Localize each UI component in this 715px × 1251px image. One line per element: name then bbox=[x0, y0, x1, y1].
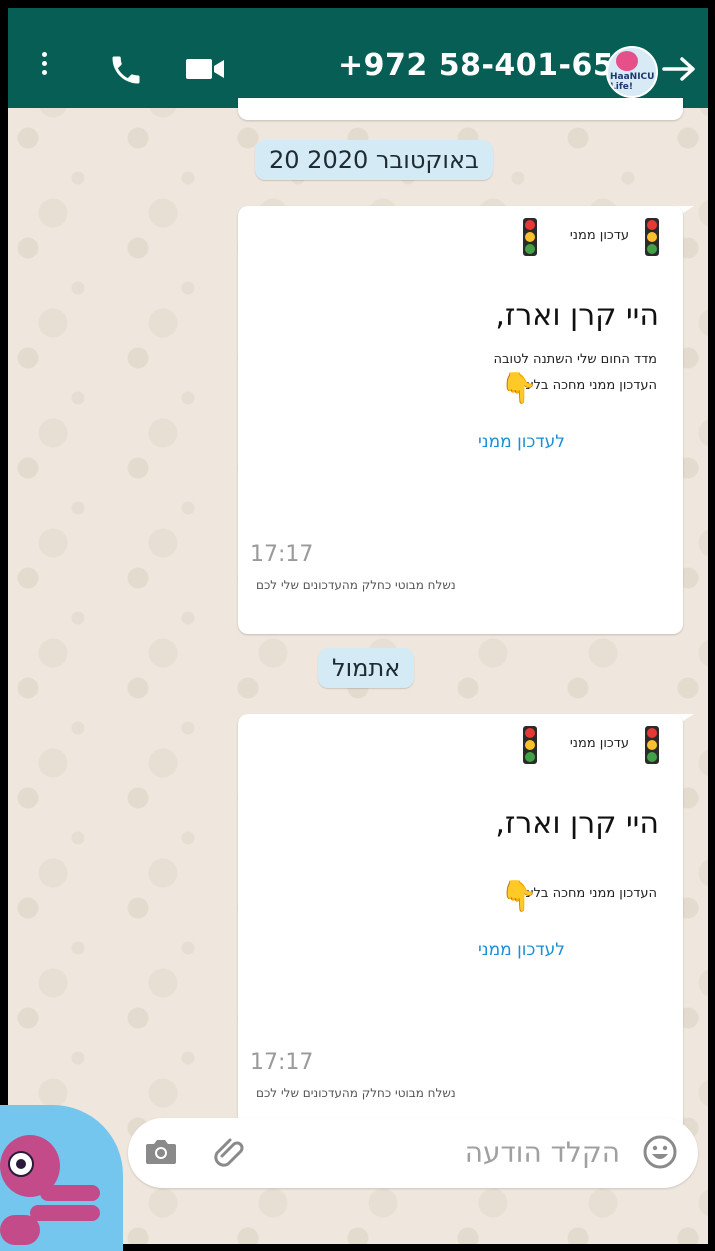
traffic-light-icon bbox=[645, 218, 659, 256]
attach-icon[interactable] bbox=[212, 1134, 248, 1170]
octopus-mascot bbox=[0, 1105, 123, 1251]
notice-label: עדכון ממני bbox=[569, 228, 629, 243]
greeting-text: היי קרן וארז, bbox=[495, 298, 659, 333]
emoji-icon[interactable] bbox=[642, 1134, 678, 1170]
message-line: מדד החום שלי השתנה לטובה bbox=[493, 352, 657, 367]
notice-label: עדכון ממני bbox=[569, 736, 629, 751]
traffic-light-icon bbox=[645, 726, 659, 764]
chat-screen: +972 58-401-6521 HaaNICU Life! 20 באוקטו… bbox=[8, 8, 708, 1244]
traffic-light-icon bbox=[523, 726, 537, 764]
message-footer: נשלח מבוטי כחלק מהעדכונים שלי לכם bbox=[256, 578, 456, 592]
update-link[interactable]: לעדכון ממני bbox=[478, 940, 565, 960]
greeting-text: היי קרן וארז, bbox=[495, 806, 659, 841]
video-icon[interactable] bbox=[186, 56, 226, 82]
camera-icon[interactable] bbox=[144, 1136, 178, 1166]
message-bubble[interactable]: עדכון ממני היי קרן וארז, העדכון ממני מחכ… bbox=[238, 714, 683, 1140]
pointing-down-icon: 👇 bbox=[500, 879, 538, 914]
message-input-bar[interactable]: הקלד הודעה bbox=[128, 1118, 698, 1188]
chat-header: +972 58-401-6521 HaaNICU Life! bbox=[8, 8, 708, 108]
notice-header: עדכון ממני bbox=[509, 218, 659, 258]
message-input[interactable]: הקלד הודעה bbox=[465, 1136, 620, 1169]
previous-message-bubble bbox=[238, 98, 683, 120]
message-time: 17:17 bbox=[250, 542, 314, 567]
back-arrow-icon[interactable] bbox=[660, 54, 700, 84]
pointing-down-icon: 👇 bbox=[500, 371, 538, 406]
update-link[interactable]: לעדכון ממני bbox=[478, 432, 565, 452]
traffic-light-icon bbox=[523, 218, 537, 256]
message-footer: נשלח מבוטי כחלק מהעדכונים שלי לכם bbox=[256, 1086, 456, 1100]
notice-header: עדכון ממני bbox=[509, 726, 659, 766]
contact-avatar[interactable]: HaaNICU Life! bbox=[606, 46, 658, 98]
message-bubble[interactable]: עדכון ממני היי קרן וארז, מדד החום שלי הש… bbox=[238, 206, 683, 634]
call-icon[interactable] bbox=[108, 52, 144, 88]
date-chip: 20 באוקטובר 2020 bbox=[255, 140, 493, 180]
more-vert-icon[interactable] bbox=[42, 52, 47, 79]
avatar-text: HaaNICU Life! bbox=[610, 72, 655, 92]
message-time: 17:17 bbox=[250, 1050, 314, 1075]
date-chip: אתמול bbox=[318, 648, 415, 688]
